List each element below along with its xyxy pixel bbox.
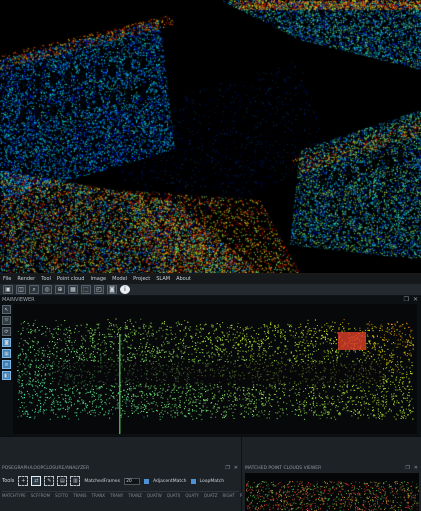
posegraph-analyzer-panel: POSEGRAPH/LOOPCLOSURE/ANALYZER ❐ ✕ Tools…: [0, 437, 264, 511]
menu-about[interactable]: About: [176, 275, 191, 284]
tools-label: Tools: [2, 478, 15, 484]
adjacent-match-label: AdjacentMatch: [153, 478, 187, 484]
chart-tool-icon[interactable]: ▥: [70, 476, 81, 486]
menu-image[interactable]: Image: [90, 275, 106, 284]
building-point-cloud-render: [0, 0, 421, 273]
globe-icon[interactable]: ⊕: [55, 285, 65, 294]
fit-view-tool-icon[interactable]: ⤧: [2, 316, 11, 325]
posegraph-panel-title: POSEGRAPH/LOOPCLOSURE/ANALYZER: [2, 466, 90, 471]
posegraph-panel-controls: ❐ ✕: [225, 465, 238, 471]
menu-model[interactable]: Model: [112, 275, 127, 284]
point-cloud-viewport[interactable]: [13, 304, 417, 434]
column-header[interactable]: TRANX: [92, 493, 106, 500]
column-header[interactable]: QUATY: [185, 493, 198, 500]
match-table-header: MATCHTYPE SCFFROM SCFTO TRANS TRANX TRANY TRAN…: [2, 491, 264, 500]
close-icon[interactable]: ✕: [414, 465, 418, 471]
select-icon[interactable]: ⬚: [81, 285, 91, 294]
grid-icon[interactable]: ▦: [68, 285, 78, 294]
bottom-panels: POSEGRAPH/LOOPCLOSURE/ANALYZER ❐ ✕ Tools…: [0, 437, 421, 511]
column-header[interactable]: QUATW: [147, 493, 162, 500]
matched-frames-spinbox[interactable]: 20: [124, 477, 141, 485]
viewer-side-toolbar: ↖ ⤧ ⟳ ◙ ▦ ≡ ◧: [2, 305, 12, 380]
main-viewer-controls: ❐ ✕: [404, 296, 418, 303]
camera-tool-icon[interactable]: ◙: [2, 338, 11, 347]
column-header[interactable]: RIGHT: [222, 493, 235, 500]
column-header[interactable]: TRANY: [110, 493, 123, 500]
close-icon[interactable]: ✕: [234, 465, 238, 471]
matched-point-cloud-scan[interactable]: [245, 473, 419, 511]
measure-tool-icon[interactable]: ◧: [2, 371, 11, 380]
link-tool-icon[interactable]: ⇄: [31, 476, 42, 486]
column-header[interactable]: TRANZ: [128, 493, 142, 500]
menu-project[interactable]: Project: [133, 275, 150, 284]
add-node-icon[interactable]: +: [18, 476, 29, 486]
menu-slam[interactable]: SLAM: [156, 275, 170, 284]
info-icon[interactable]: i: [120, 285, 130, 294]
tools-icon-group: + ⇄ ✎ ▤ ▥: [18, 476, 81, 486]
grid-tool-icon[interactable]: ▦: [2, 349, 11, 358]
column-header[interactable]: MATCHTYPE: [2, 493, 26, 500]
menu-tool[interactable]: Tool: [41, 275, 51, 284]
table-tool-icon[interactable]: ▤: [57, 476, 68, 486]
column-header[interactable]: SCFTO: [55, 493, 68, 500]
main-toolbar: ▣ ◫ ⌕ ◎ ⊕ ▦ ⬚ ◰ ◙ i: [0, 284, 421, 296]
matched-point-clouds-panel: MATCHED POINT CLOUDS VIEWER ❐ ✕: [242, 437, 421, 511]
zoom-icon[interactable]: ⌕: [29, 285, 39, 294]
matched-frames-label: MatchedFrames: [84, 478, 121, 484]
restore-icon[interactable]: ❐: [405, 465, 409, 471]
matched-point-cloud-viewport[interactable]: [245, 473, 419, 511]
menu-render[interactable]: Render: [17, 275, 35, 284]
matched-viewer-controls: ❐ ✕: [405, 465, 418, 471]
save-icon[interactable]: ▣: [3, 285, 13, 294]
column-header[interactable]: TRANS: [73, 493, 86, 500]
point-cloud-application-window: File Render Tool Point cloud Image Model…: [0, 275, 421, 511]
menu-point-cloud[interactable]: Point cloud: [57, 275, 85, 284]
rotate-tool-icon[interactable]: ⟳: [2, 327, 11, 336]
main-viewer-title: MAINVIEWER: [2, 297, 35, 303]
point-cloud-scan[interactable]: [13, 304, 417, 434]
restore-icon[interactable]: ❐: [225, 465, 229, 471]
column-header[interactable]: QUATZ: [204, 493, 218, 500]
edit-tool-icon[interactable]: ✎: [44, 476, 55, 486]
pointer-tool-icon[interactable]: ↖: [2, 305, 11, 314]
camera-icon[interactable]: ◙: [107, 285, 117, 294]
column-header[interactable]: SCFFROM: [31, 493, 50, 500]
align-tool-icon[interactable]: ≡: [2, 360, 11, 369]
orbit-icon[interactable]: ◎: [42, 285, 52, 294]
open-folder-icon[interactable]: ◫: [16, 285, 26, 294]
matched-viewer-title: MATCHED POINT CLOUDS VIEWER: [245, 466, 322, 471]
adjacent-match-checkbox[interactable]: [144, 478, 150, 484]
posegraph-tools-row: Tools + ⇄ ✎ ▤ ▥ MatchedFrames 20 AdjacentMat…: [2, 474, 224, 488]
loop-match-checkbox[interactable]: [190, 478, 196, 484]
restore-icon[interactable]: ❐: [404, 296, 409, 303]
close-icon[interactable]: ✕: [413, 296, 418, 303]
menu-bar: File Render Tool Point cloud Image Model…: [0, 275, 421, 284]
layers-icon[interactable]: ◰: [94, 285, 104, 294]
menu-file[interactable]: File: [3, 275, 11, 284]
loop-match-label: LoopMatch: [199, 478, 225, 484]
column-header[interactable]: QUATX: [167, 493, 181, 500]
main-viewer-panel: MAINVIEWER ❐ ✕ ↖ ⤧ ⟳ ◙ ▦ ≡ ◧: [0, 296, 421, 437]
